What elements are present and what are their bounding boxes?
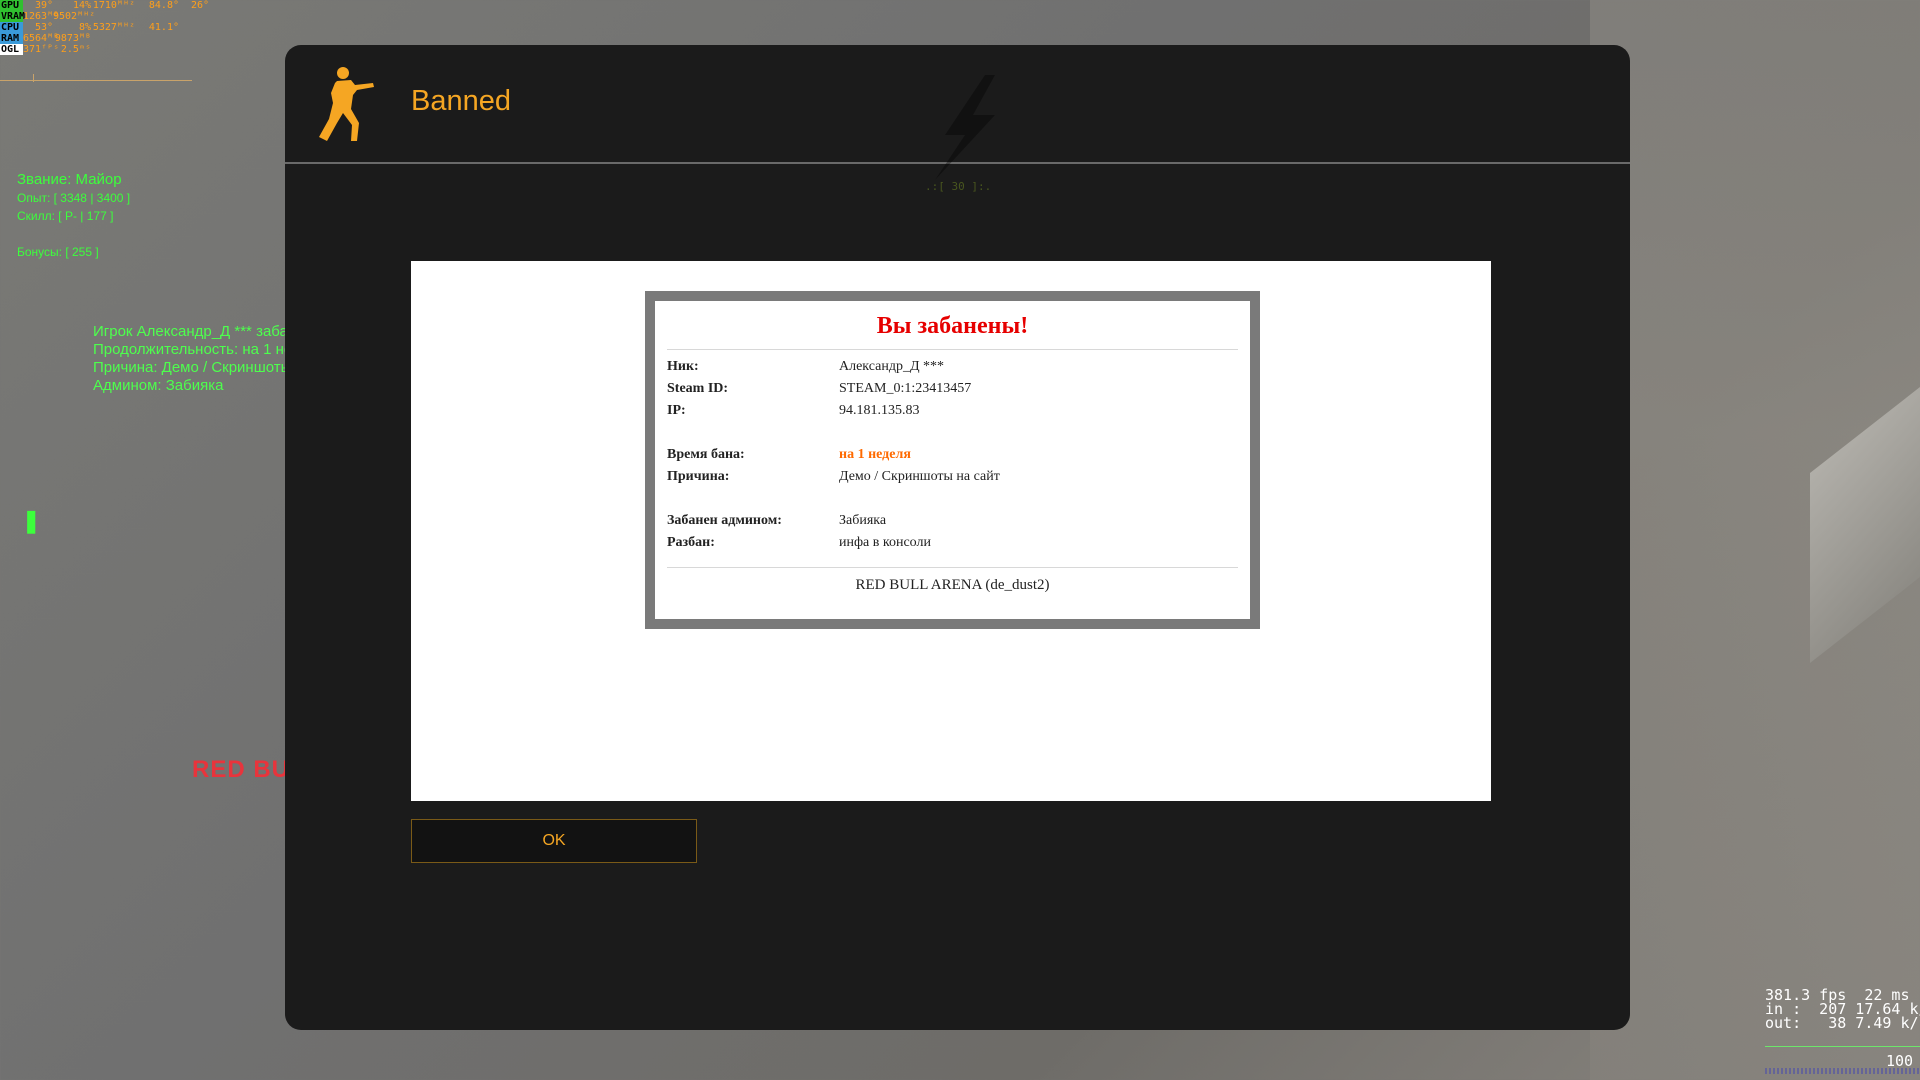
ban-row-unban: Разбан: инфа в консоли bbox=[667, 535, 931, 551]
perf-row-value: 6564ᴹᴮ bbox=[23, 33, 60, 44]
counter-strike-logo-icon bbox=[319, 67, 374, 141]
perf-row-value bbox=[179, 44, 209, 55]
perf-row-value: 371ᶠᴾˢ bbox=[23, 44, 60, 55]
exp-text: Опыт: [ 3348 | 3400 ] bbox=[17, 191, 131, 205]
netgraph-bar bbox=[1765, 1068, 1920, 1074]
ban-nick-value: Александр_Д *** bbox=[839, 359, 945, 374]
ok-button[interactable]: OK bbox=[411, 819, 697, 863]
perf-graph-line bbox=[0, 80, 192, 81]
motd-dialog: Banned .:[ 30 ]:. Вы забанены! Ник: Алек… bbox=[285, 45, 1630, 1030]
motd-content: Вы забанены! Ник: Александр_Д *** Steam … bbox=[411, 261, 1491, 801]
ban-row-admin: Забанен админом: Забияка bbox=[667, 513, 886, 529]
netgraph-graph-line bbox=[1765, 1046, 1920, 1047]
perf-row-value: 26° bbox=[190, 0, 209, 11]
dialog-title: Banned bbox=[411, 85, 511, 117]
ban-server-footer: RED BULL ARENA (de_dust2) bbox=[855, 577, 1050, 593]
ban-ip-label: IP: bbox=[667, 403, 686, 418]
perf-row-value bbox=[91, 33, 135, 44]
perf-row-value: 84.8° bbox=[148, 0, 179, 11]
perf-row-value: 5327ᴹᴴᶻ bbox=[92, 22, 135, 33]
ban-row-reason: Причина: Демо / Скриншоты на сайт bbox=[667, 469, 1000, 485]
perf-row-value bbox=[135, 33, 179, 44]
perf-row: OGL 371ᶠᴾˢ 2.5ᵐˢ bbox=[0, 44, 209, 55]
perf-row-value bbox=[179, 22, 209, 33]
perf-row-value: 39° bbox=[34, 0, 53, 11]
ban-row-time: Время бана: на 1 неделя bbox=[667, 447, 911, 463]
ban-ip-value: 94.181.135.83 bbox=[839, 403, 920, 418]
perf-row: RAM 6564ᴹᴮ 9873ᴹᴮ bbox=[0, 33, 209, 44]
ban-steam-value: STEAM_0:1:23413457 bbox=[839, 381, 972, 396]
perf-row-value: 53° bbox=[34, 22, 53, 33]
perf-row-value: 9873ᴹᴮ bbox=[54, 33, 91, 44]
perf-row-value: 1263ᴹᴮ bbox=[23, 11, 60, 22]
perf-row-value: 2.5ᵐˢ bbox=[60, 44, 91, 55]
perf-row-label: VRAM bbox=[0, 11, 26, 22]
netgraph-line-out: out: 38 7.49 k/s bbox=[1765, 1014, 1920, 1032]
perf-row-value bbox=[91, 44, 135, 55]
ban-heading: Вы забанены! bbox=[876, 313, 1029, 339]
netgraph: 381.3 fps 22 ms 102in : 207 17.64 k/sout… bbox=[1765, 988, 1920, 1032]
ban-admin-label: Забанен админом: bbox=[667, 513, 782, 528]
ban-steam-label: Steam ID: bbox=[667, 381, 729, 396]
ban-reason-value: Демо / Скриншоты на сайт bbox=[839, 469, 1000, 484]
hud-indicator-icon: ❚ bbox=[22, 508, 41, 533]
perf-row-value: 41.1° bbox=[148, 22, 179, 33]
perf-row-label: OGL bbox=[0, 44, 23, 55]
ban-divider-bottom bbox=[667, 567, 1238, 568]
player-stats: Звание: Майор Опыт: [ 3348 | 3400 ] Скил… bbox=[17, 171, 130, 261]
perf-row-label: CPU bbox=[0, 22, 23, 33]
perf-row-value bbox=[135, 11, 179, 22]
perf-row-value: 9502ᴹᴴᶻ bbox=[53, 11, 96, 22]
ban-row-steam: Steam ID: STEAM_0:1:23413457 bbox=[667, 381, 971, 397]
ban-time-label: Время бана: bbox=[667, 447, 745, 462]
ban-row-nick: Ник: Александр_Д *** bbox=[667, 359, 944, 375]
skill-text: Скилл: [ P- | 177 ] bbox=[17, 209, 114, 223]
bonus-text: Бонусы: [ 255 ] bbox=[17, 245, 99, 259]
perf-row-value bbox=[91, 11, 135, 22]
perf-row-value: 1710ᴹᴴᶻ bbox=[92, 0, 135, 11]
ban-row-ip: IP: 94.181.135.83 bbox=[667, 403, 920, 419]
perf-row-label: RAM bbox=[0, 33, 23, 44]
ban-info-box: Вы забанены! Ник: Александр_Д *** Steam … bbox=[645, 291, 1260, 629]
watermark-text: .:[ 30 ]:. bbox=[925, 180, 992, 193]
ban-unban-value: инфа в консоли bbox=[839, 535, 931, 550]
perf-graph-tick bbox=[33, 74, 34, 82]
perf-row: GPU 39° 14% 1710ᴹᴴᶻ 84.8° 26° bbox=[0, 0, 209, 11]
ban-admin-value: Забияка bbox=[839, 513, 887, 528]
perf-row: CPU 53° 8% 5327ᴹᴴᶻ 41.1° bbox=[0, 22, 209, 33]
ban-time-value: на 1 неделя bbox=[839, 447, 911, 462]
perf-row-value: 14% bbox=[72, 0, 91, 11]
perf-row-value bbox=[135, 44, 179, 55]
perf-row-value bbox=[179, 33, 209, 44]
rank-text: Звание: Майор bbox=[17, 171, 122, 188]
ban-reason-label: Причина: bbox=[667, 469, 730, 484]
ban-divider-top bbox=[667, 349, 1238, 350]
ban-unban-label: Разбан: bbox=[667, 535, 715, 550]
performance-overlay: GPU 39° 14% 1710ᴹᴴᶻ 84.8° 26° VRAM 1263ᴹᴮ 9502ᴹᴴ… bbox=[0, 0, 209, 55]
dialog-header: Banned bbox=[285, 45, 1630, 180]
perf-row-value: 8% bbox=[78, 22, 91, 33]
perf-row-value bbox=[179, 11, 209, 22]
spectator-icon bbox=[935, 75, 995, 180]
ban-nick-label: Ник: bbox=[667, 359, 699, 374]
perf-row: VRAM 1263ᴹᴮ 9502ᴹᴴᶻ bbox=[0, 11, 209, 22]
perf-row-label: GPU bbox=[0, 0, 23, 11]
